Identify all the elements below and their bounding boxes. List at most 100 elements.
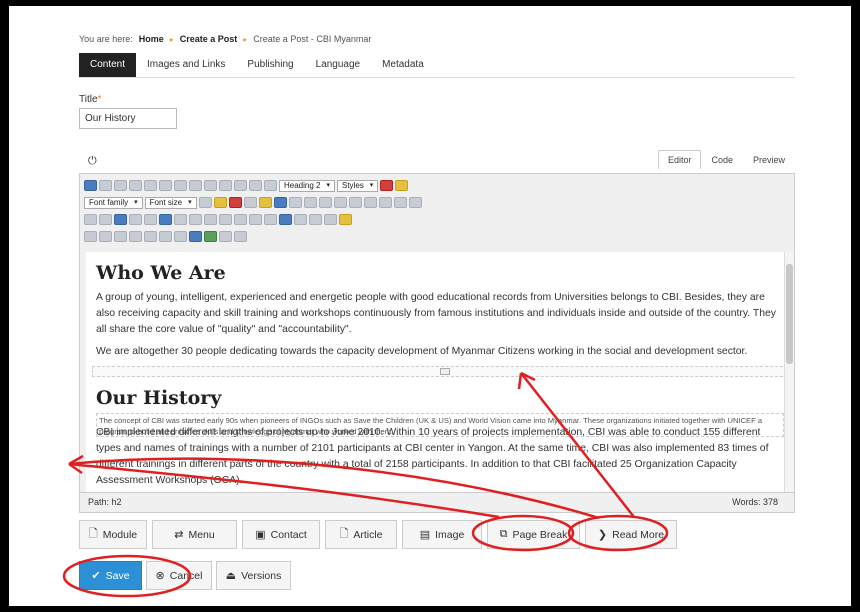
link-manager-icon[interactable] <box>204 231 217 242</box>
redo-icon[interactable] <box>129 180 142 191</box>
page-break-icon <box>440 368 450 375</box>
styles-select[interactable]: Styles <box>337 179 379 192</box>
citation-icon[interactable] <box>294 214 307 225</box>
justify-icon[interactable] <box>249 180 262 191</box>
horizontal-rule-icon[interactable] <box>408 197 422 208</box>
scrollbar-thumb[interactable] <box>786 264 793 364</box>
ltr-icon[interactable] <box>84 214 97 225</box>
outdent-icon[interactable] <box>303 197 317 208</box>
cancel-button[interactable]: ⊗ Cancel <box>146 561 212 590</box>
paragraph-icon[interactable] <box>264 180 277 191</box>
bullet-list-icon[interactable] <box>333 197 347 208</box>
bold-icon[interactable] <box>144 180 157 191</box>
cut-icon[interactable] <box>228 197 242 208</box>
print-icon[interactable] <box>129 214 142 225</box>
table-split-icon[interactable] <box>234 214 247 225</box>
table-merge-icon[interactable] <box>219 214 232 225</box>
breadcrumb-prefix: You are here: <box>79 34 133 44</box>
heading-select[interactable]: Heading 2 <box>279 179 335 192</box>
format-painter-icon[interactable] <box>395 180 409 191</box>
anchor-icon[interactable] <box>393 197 407 208</box>
code-block-icon[interactable] <box>219 231 232 242</box>
table-delete-icon[interactable] <box>249 214 262 225</box>
image-icon[interactable] <box>114 231 127 242</box>
read-more-button[interactable]: ❯ Read More <box>585 520 677 549</box>
rtl-icon[interactable] <box>99 214 112 225</box>
editor-statusbar: Path: h2 Words: 378 <box>80 492 794 512</box>
table-row-icon[interactable] <box>174 214 187 225</box>
tab-code[interactable]: Code <box>701 150 743 169</box>
italic-icon[interactable] <box>159 180 172 191</box>
form-actions: ✔ Save ⊗ Cancel ⏏ Versions <box>79 561 291 590</box>
tab-editor[interactable]: Editor <box>657 150 702 169</box>
align-center-icon[interactable] <box>219 180 232 191</box>
move-icon[interactable] <box>144 231 157 242</box>
form-tabs: Content Images and Links Publishing Lang… <box>79 53 435 77</box>
template-icon[interactable] <box>339 214 352 225</box>
help-icon[interactable] <box>84 180 97 191</box>
breadcrumb-create[interactable]: Create a Post <box>180 34 238 44</box>
align-left-icon[interactable] <box>204 180 217 191</box>
versions-button[interactable]: ⏏ Versions <box>216 561 291 590</box>
paste-text-icon[interactable] <box>273 197 287 208</box>
layer-icon[interactable] <box>264 214 277 225</box>
tab-metadata[interactable]: Metadata <box>371 53 435 77</box>
preview-icon[interactable] <box>234 231 247 242</box>
subscript-icon[interactable] <box>348 197 362 208</box>
align-right-icon[interactable] <box>234 180 247 191</box>
spellcheck-icon[interactable] <box>279 214 292 225</box>
media-icon[interactable] <box>129 231 142 242</box>
paste-icon[interactable] <box>258 197 272 208</box>
module-button[interactable]: 🗋 Module <box>79 520 147 549</box>
tab-language[interactable]: Language <box>305 53 372 77</box>
search-icon[interactable] <box>144 214 157 225</box>
page-break-button[interactable]: ⧉ Page Break <box>487 520 580 549</box>
table-cell-icon[interactable] <box>204 214 217 225</box>
visual-aid-icon[interactable] <box>84 231 97 242</box>
strike-icon[interactable] <box>324 214 337 225</box>
show-blocks-icon[interactable] <box>99 231 112 242</box>
contact-label: Contact <box>270 528 307 541</box>
copy-icon[interactable] <box>243 197 257 208</box>
check-icon: ✔ <box>91 570 101 582</box>
non-breaking-icon[interactable] <box>159 231 172 242</box>
strikethrough-icon[interactable] <box>189 180 202 191</box>
new-document-icon[interactable] <box>99 180 112 191</box>
table-column-icon[interactable] <box>189 214 202 225</box>
article-label: Article <box>353 528 383 541</box>
article-button[interactable]: 🗋 Article <box>325 520 397 549</box>
menu-button[interactable]: ⇄ Menu <box>152 520 237 549</box>
divider-icon[interactable] <box>174 231 187 242</box>
numbered-list-icon[interactable] <box>318 197 332 208</box>
title-input[interactable] <box>79 108 177 129</box>
editor-content[interactable]: Who We Are A group of young, intelligent… <box>86 252 794 494</box>
underline-icon[interactable] <box>174 180 187 191</box>
superscript-icon[interactable] <box>363 197 377 208</box>
link-icon[interactable] <box>378 197 392 208</box>
power-toggle-icon[interactable]: ⏻ <box>88 155 97 168</box>
paragraph: A group of young, intelligent, experienc… <box>96 292 776 335</box>
tab-preview[interactable]: Preview <box>743 150 795 169</box>
undo-icon[interactable] <box>114 180 127 191</box>
text-color-icon[interactable] <box>198 197 212 208</box>
save-button[interactable]: ✔ Save <box>79 561 142 590</box>
tab-publishing[interactable]: Publishing <box>236 53 304 77</box>
tab-content[interactable]: Content <box>79 53 137 77</box>
table-icon[interactable] <box>159 214 172 225</box>
highlight-icon[interactable] <box>213 197 227 208</box>
contact-button[interactable]: ▣ Contact <box>242 520 320 549</box>
clear-format-icon[interactable] <box>380 180 394 191</box>
indent-icon[interactable] <box>288 197 302 208</box>
breadcrumb-home[interactable]: Home <box>139 34 164 44</box>
tab-images-and-links[interactable]: Images and Links <box>136 53 236 77</box>
image-icon: ▤ <box>419 529 431 541</box>
read-more-label: Read More <box>612 528 665 541</box>
editor-scrollbar[interactable] <box>784 252 794 494</box>
font-family-select[interactable]: Font family <box>84 196 143 209</box>
media-manager-icon[interactable] <box>189 231 202 242</box>
abbreviation-icon[interactable] <box>309 214 322 225</box>
font-size-select[interactable]: Font size <box>144 196 197 209</box>
image-button[interactable]: ▤ Image <box>402 520 482 549</box>
fullscreen-icon[interactable] <box>114 214 127 225</box>
versions-label: Versions <box>241 569 282 582</box>
